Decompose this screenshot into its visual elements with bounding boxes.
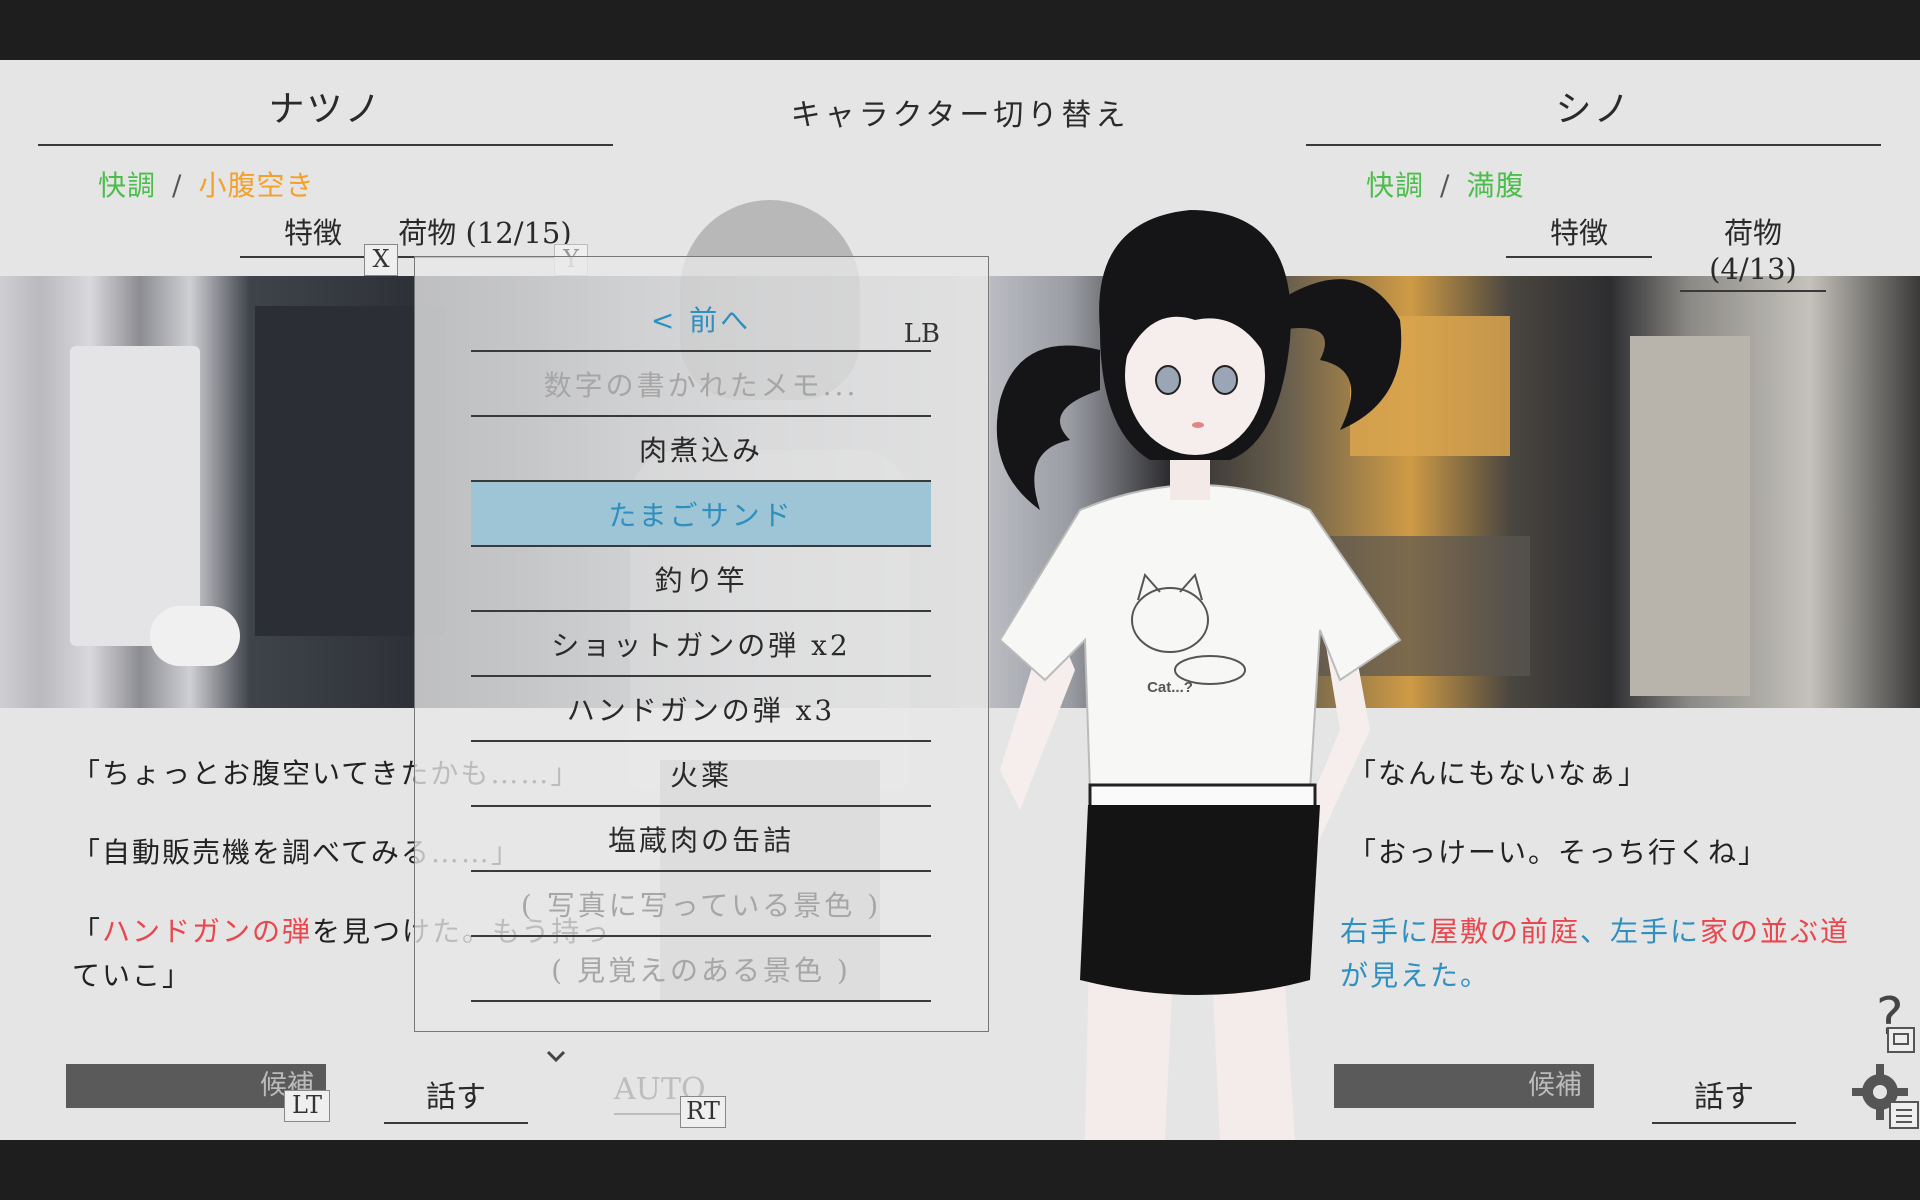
- chevron-down-icon[interactable]: [540, 1040, 572, 1072]
- dialogue-3-open: 「: [72, 915, 103, 948]
- left-status: 快調 / 小腹空き: [98, 164, 314, 204]
- right-tab-inventory[interactable]: 荷物 (4/13): [1680, 210, 1826, 292]
- right-tab-traits[interactable]: 特徴: [1506, 210, 1652, 258]
- left-name-underline: [38, 144, 613, 146]
- narration-place-1: 屋敷の前庭: [1430, 915, 1581, 948]
- narration-part-3: が見えた。: [1340, 959, 1491, 992]
- left-hunger: 小腹空き: [198, 169, 315, 202]
- menu-item[interactable]: ( 見覚えのある景色 ): [471, 937, 931, 1002]
- menu-item[interactable]: ショットガンの弾 x2: [471, 612, 931, 677]
- game-stage: Cat...? ナツノ キャラクター切り替え シノ 快調 / 小腹空き 快調 / 満腹 …: [0, 60, 1920, 1140]
- key-hint-rt: RT: [680, 1096, 726, 1128]
- left-tab-inventory[interactable]: 荷物 (12/15): [390, 210, 580, 258]
- letterbox-bottom: [0, 1140, 1920, 1200]
- right-character-name[interactable]: シノ: [1306, 80, 1881, 132]
- settings-gear-icon[interactable]: [1850, 1060, 1920, 1130]
- right-hunger: 満腹: [1466, 169, 1525, 202]
- right-talk-button[interactable]: 話す: [1652, 1072, 1796, 1124]
- right-status: 快調 / 満腹: [1366, 164, 1524, 204]
- narration-place-2: 家の並ぶ道: [1700, 915, 1851, 948]
- dialogue-3-line2: ていこ」: [72, 959, 193, 992]
- character-illustration: Cat...?: [996, 210, 1402, 1140]
- right-narration: 右手に屋敷の前庭、左手に家の並ぶ道が見えた。: [1340, 910, 1880, 998]
- dialogue-3-item: ハンドガンの弾: [102, 915, 313, 948]
- letterbox-top: [0, 0, 1920, 60]
- menu-item[interactable]: 釣り竿: [471, 547, 931, 612]
- key-hint-lt: LT: [284, 1090, 330, 1122]
- help-icon[interactable]: ?: [1858, 988, 1918, 1058]
- menu-item[interactable]: 肉煮込み: [471, 417, 931, 482]
- right-status-separator: /: [1440, 169, 1451, 202]
- menu-prev-page[interactable]: < 前へ: [471, 287, 931, 352]
- menu-item[interactable]: 塩蔵肉の缶詰: [471, 807, 931, 872]
- right-name-underline: [1306, 144, 1881, 146]
- key-hint-x: X: [364, 244, 398, 276]
- right-dialogue-1: 「なんにもないなぁ」: [1348, 757, 1649, 790]
- left-condition: 快調: [98, 169, 157, 202]
- shirt-text: Cat...?: [1147, 679, 1193, 696]
- character-switch-button[interactable]: キャラクター切り替え: [780, 90, 1140, 134]
- right-candidate-box[interactable]: 候補: [1334, 1064, 1594, 1108]
- menu-item[interactable]: 数字の書かれたメモ...: [471, 352, 931, 417]
- menu-item[interactable]: ( 写真に写っている景色 ): [471, 872, 931, 937]
- narration-part-2: 、左手に: [1580, 915, 1701, 948]
- left-character-name[interactable]: ナツノ: [38, 80, 613, 132]
- menu-item-selected[interactable]: たまごサンド: [471, 482, 931, 547]
- narration-part-1: 右手に: [1340, 915, 1431, 948]
- menu-item[interactable]: 火薬: [471, 742, 931, 807]
- inventory-menu: < 前へ 数字の書かれたメモ... 肉煮込み たまごサンド 釣り竿 ショットガン…: [471, 287, 931, 1002]
- right-dialogue-2: 「おっけーい。そっち行くね」: [1348, 836, 1769, 869]
- left-talk-button[interactable]: 話す: [384, 1072, 528, 1124]
- right-condition: 快調: [1366, 169, 1425, 202]
- menu-item[interactable]: ハンドガンの弾 x3: [471, 677, 931, 742]
- inventory-popup: LB < 前へ 数字の書かれたメモ... 肉煮込み たまごサンド 釣り竿 ショッ…: [414, 256, 989, 1032]
- left-status-separator: /: [172, 169, 183, 202]
